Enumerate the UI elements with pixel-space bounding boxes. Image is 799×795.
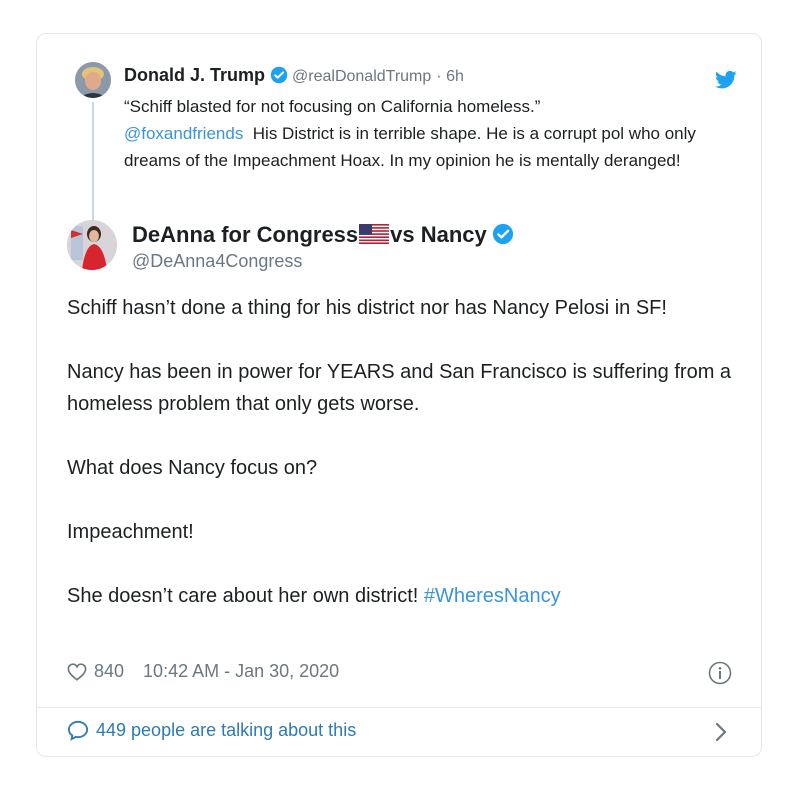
- quoted-tweet-time[interactable]: · 6h: [436, 68, 464, 85]
- twitter-logo-icon[interactable]: [715, 70, 737, 90]
- hashtag-link[interactable]: #WheresNancy: [424, 585, 561, 607]
- quoted-author-avatar[interactable]: [75, 62, 111, 98]
- us-flag-icon: [359, 224, 390, 244]
- speech-bubble-icon: [67, 720, 89, 741]
- quoted-tweet-header: Donald J. Trump @realDonaldTrump · 6h: [124, 65, 464, 86]
- info-icon[interactable]: [708, 661, 732, 685]
- tweet-embed-card: Donald J. Trump @realDonaldTrump · 6h “Sc…: [36, 33, 762, 757]
- author-handle[interactable]: @DeAnna4Congress: [132, 251, 302, 272]
- quoted-author-name[interactable]: Donald J. Trump: [124, 65, 265, 85]
- tweet-meta: 840 10:42 AM - Jan 30, 2020: [67, 661, 339, 682]
- tweet-paragraph-text: She doesn’t care about her own district!: [67, 585, 419, 607]
- verified-badge-icon: [270, 66, 288, 84]
- chevron-right-icon[interactable]: [713, 721, 729, 743]
- author-name[interactable]: DeAnna for Congress vs Nancy: [132, 222, 518, 248]
- conversation-count: 449 people are talking about this: [96, 720, 357, 740]
- tweet-paragraph: Schiff hasn’t done a thing for his distr…: [67, 297, 667, 319]
- heart-icon[interactable]: [67, 662, 87, 681]
- like-count[interactable]: 840: [94, 661, 124, 682]
- mention-link[interactable]: @foxandfriends: [124, 124, 243, 143]
- tweet-paragraph: Impeachment!: [67, 521, 194, 543]
- thread-connector-line: [92, 102, 94, 222]
- author-name-suffix: vs Nancy: [390, 222, 487, 247]
- author-avatar[interactable]: [67, 220, 117, 270]
- tweet-paragraph: Nancy has been in power for YEARS and Sa…: [67, 361, 732, 415]
- conversation-link[interactable]: 449 people are talking about this: [67, 720, 356, 741]
- quoted-tweet-text: “Schiff blasted for not focusing on Cali…: [124, 93, 739, 174]
- tweet-body: Schiff hasn’t done a thing for his distr…: [67, 292, 737, 644]
- tweet-timestamp[interactable]: 10:42 AM - Jan 30, 2020: [143, 661, 339, 682]
- tweet-paragraph: What does Nancy focus on?: [67, 457, 318, 479]
- tweet-paragraph-last: She doesn’t care about her own district!…: [67, 580, 737, 612]
- verified-badge-icon: [492, 223, 513, 245]
- card-divider: [37, 707, 761, 708]
- quoted-tweet-quote: “Schiff blasted for not focusing on Cali…: [124, 97, 541, 116]
- author-name-text: DeAnna for Congress: [132, 222, 359, 247]
- quoted-author-handle[interactable]: @realDonaldTrump: [292, 68, 431, 85]
